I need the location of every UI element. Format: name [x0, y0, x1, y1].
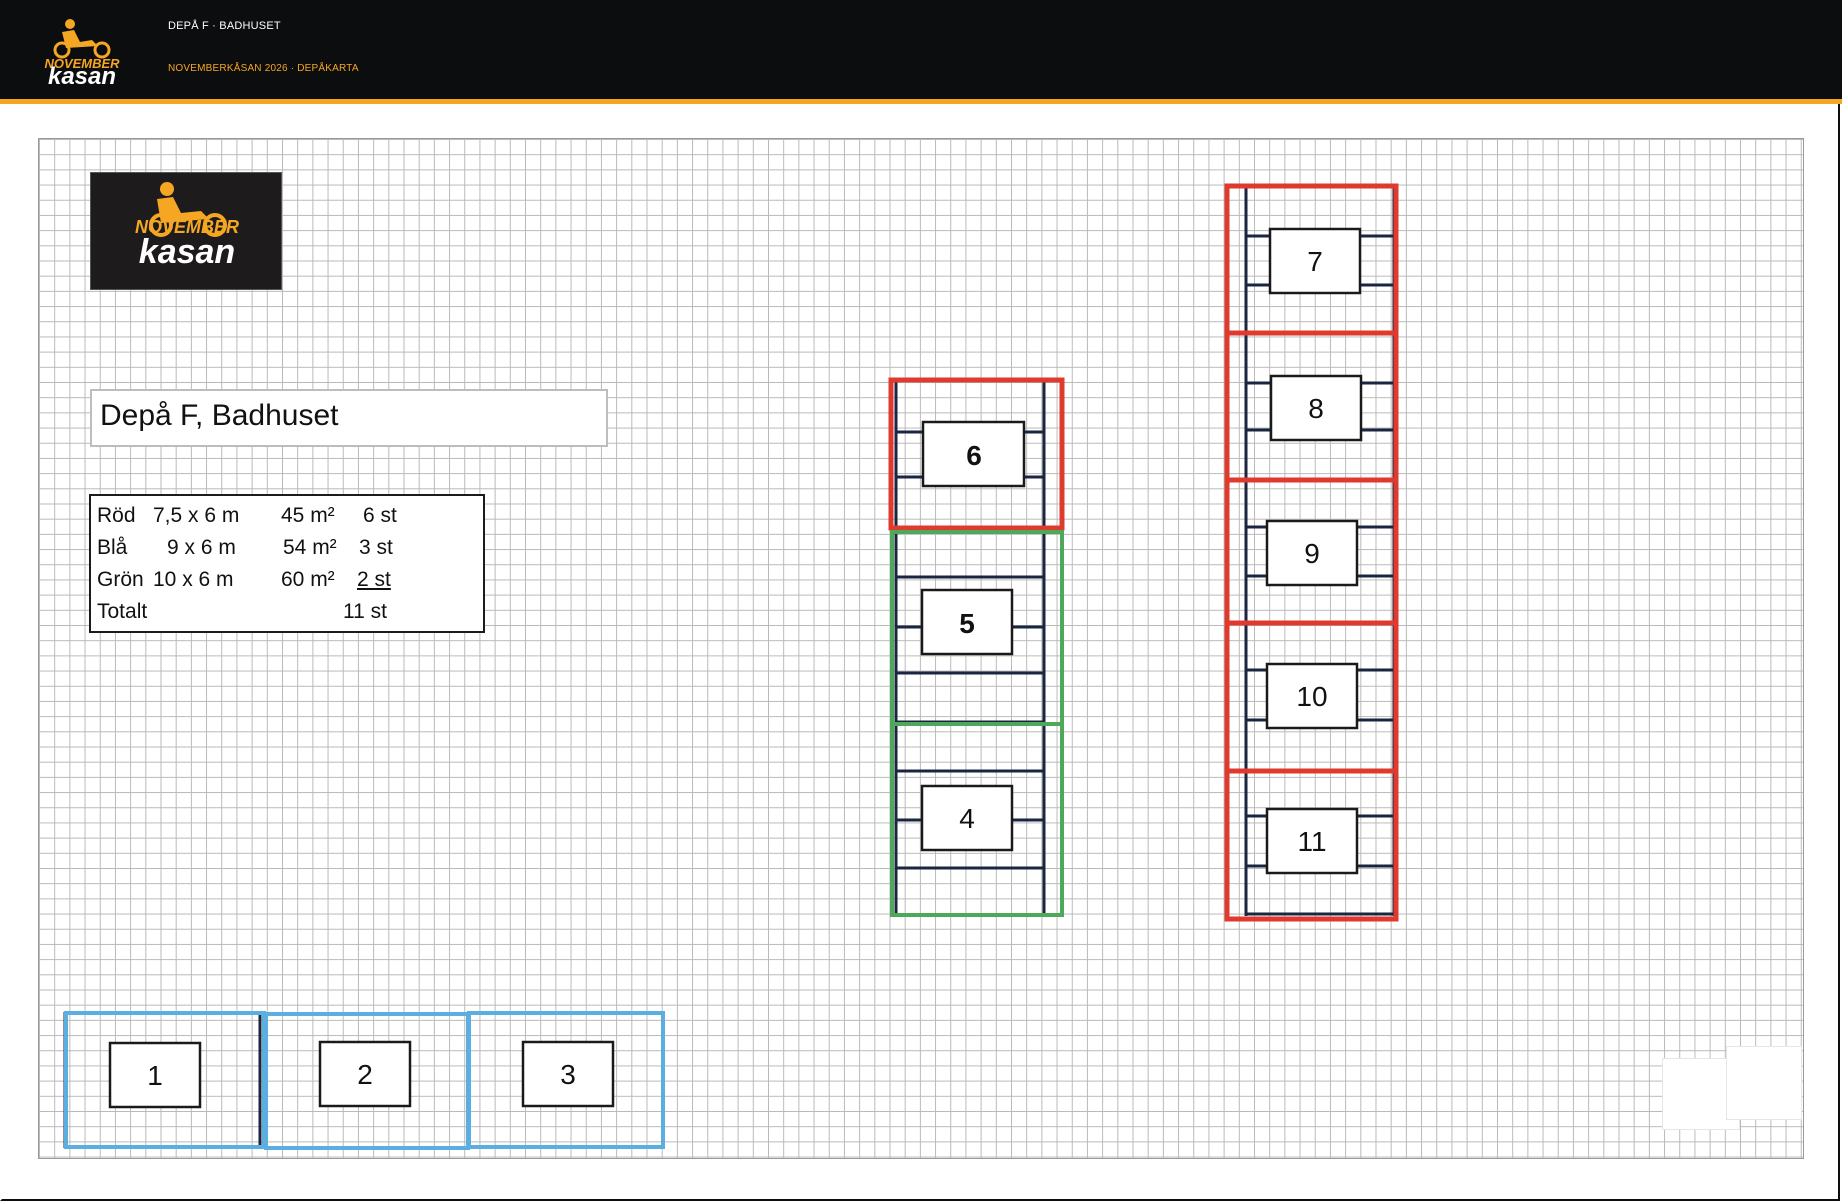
slot-9-number: 9: [1304, 538, 1320, 569]
slot-7-number: 7: [1307, 246, 1323, 277]
slot-4-number: 4: [959, 803, 975, 834]
slot-2-number: 2: [357, 1059, 373, 1090]
slot-3-number: 3: [560, 1059, 576, 1090]
pit-slot-map: 6 5 4 7 8 9 10 11 1 2 3: [63, 183, 1399, 1150]
slot-8-number: 8: [1308, 393, 1324, 424]
slot-10-number: 10: [1296, 681, 1327, 712]
slot-1-number: 1: [147, 1060, 163, 1091]
slot-11-number: 11: [1297, 826, 1326, 857]
slot-5-number: 5: [959, 608, 975, 639]
slot-6-number: 6: [966, 440, 982, 471]
